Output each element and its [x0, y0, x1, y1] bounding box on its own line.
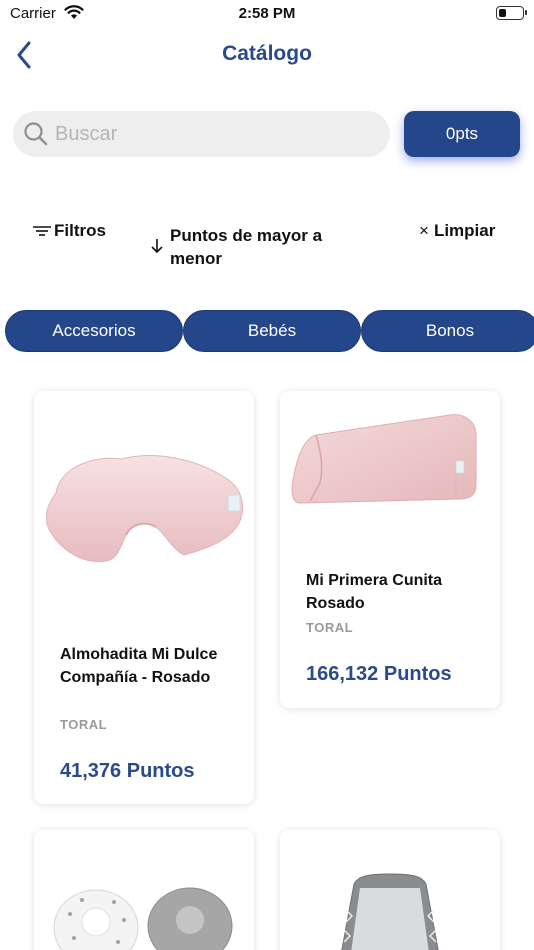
- status-time: 2:58 PM: [238, 5, 296, 22]
- product-card[interactable]: [280, 830, 500, 950]
- sort-button[interactable]: Puntos de mayor a menor: [150, 224, 360, 270]
- filters-label: Filtros: [54, 221, 106, 240]
- status-bar: Carrier 2:58 PM: [0, 0, 534, 28]
- product-brand: TORAL: [306, 620, 354, 635]
- sort-label: Puntos de mayor a menor: [170, 226, 323, 268]
- product-image: [341, 873, 439, 950]
- search-icon: [24, 122, 48, 146]
- arrow-down-icon: [151, 239, 163, 254]
- clear-label: Limpiar: [433, 221, 496, 240]
- product-card[interactable]: Almohadita Mi Dulce Compañía - Rosado TO…: [34, 391, 254, 804]
- close-icon: ×: [419, 221, 429, 240]
- product-name: Mi Primera Cunita Rosado: [306, 572, 443, 612]
- battery-icon: [496, 6, 527, 20]
- product-image: [45, 455, 244, 563]
- filters-button[interactable]: Filtros: [32, 221, 106, 241]
- filter-icon: [33, 226, 51, 236]
- category-tab-bebes[interactable]: Bebés: [183, 310, 361, 352]
- product-image: [53, 887, 233, 950]
- category-tab-accesorios[interactable]: Accesorios: [5, 310, 183, 352]
- product-points: 41,376 Puntos: [60, 760, 195, 782]
- category-tab-bonos[interactable]: Bonos: [361, 310, 534, 352]
- product-points: 166,132 Puntos: [306, 663, 452, 685]
- navigation-bar: Catálogo: [0, 30, 534, 80]
- search-input[interactable]: [55, 122, 355, 146]
- points-button[interactable]: 0pts: [404, 111, 520, 157]
- product-image: [291, 414, 477, 504]
- product-brand: TORAL: [60, 717, 108, 732]
- clear-filters-button[interactable]: × Limpiar: [419, 221, 495, 241]
- search-bar[interactable]: [13, 111, 390, 157]
- product-name: Almohadita Mi Dulce Compañía - Rosado: [60, 646, 218, 686]
- product-card[interactable]: Mi Primera Cunita Rosado TORAL 166,132 P…: [280, 391, 500, 708]
- product-card[interactable]: [34, 830, 254, 950]
- page-title: Catálogo: [222, 42, 312, 65]
